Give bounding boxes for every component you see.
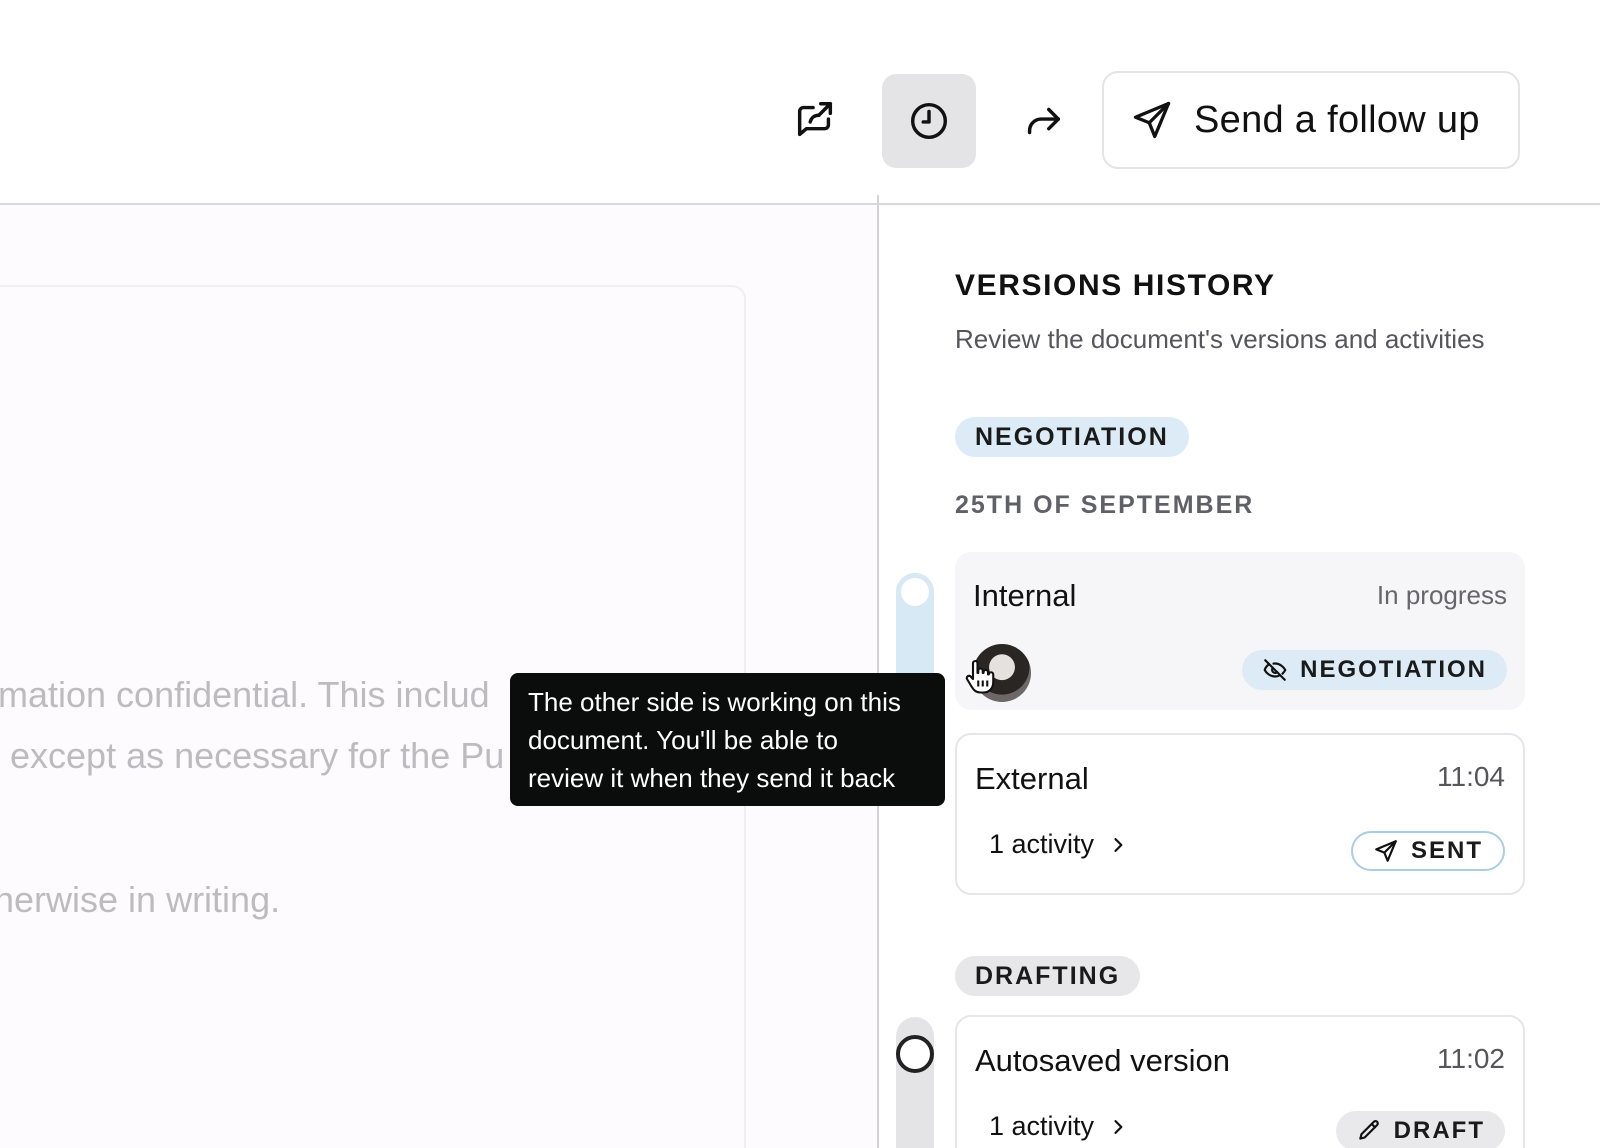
- forward-button[interactable]: [996, 74, 1090, 168]
- tooltip-line: The other side is working on this: [528, 687, 901, 717]
- version-card-external[interactable]: External 11:04 1 activity SENT: [955, 733, 1525, 895]
- tooltip-line: review it when they send it back: [528, 763, 896, 793]
- top-toolbar: Send a follow up: [0, 0, 1600, 205]
- stage-pill-drafting: DRAFTING: [955, 956, 1141, 996]
- document-line: nerwise in writing.: [0, 879, 281, 920]
- chevron-right-icon: [1114, 837, 1123, 852]
- clock-icon: [910, 102, 948, 140]
- date-label: 25TH OF SEPTEMBER: [955, 491, 1255, 519]
- activity-link[interactable]: 1 activity: [989, 1111, 1128, 1142]
- draft-badge: DRAFT: [1335, 1111, 1505, 1148]
- send-follow-up-button[interactable]: Send a follow up: [1102, 71, 1520, 169]
- pencil-icon: [1358, 1120, 1379, 1140]
- chevron-right-icon: [1114, 1119, 1123, 1134]
- timeline-dot: [896, 1035, 934, 1073]
- badge-label: DRAFT: [1393, 1117, 1485, 1144]
- eye-off-icon: [1263, 659, 1287, 681]
- sent-badge: SENT: [1350, 831, 1505, 871]
- document-line: mation confidential. This includ: [0, 674, 490, 715]
- version-title: External: [975, 761, 1089, 796]
- version-time: 11:04: [1437, 761, 1505, 792]
- send-follow-up-label: Send a follow up: [1194, 98, 1480, 141]
- history-button[interactable]: [882, 74, 976, 168]
- share-icon: [797, 102, 833, 137]
- document-line: except as necessary for the Pu: [10, 735, 505, 776]
- version-title: Internal: [973, 578, 1077, 613]
- badge-label: SENT: [1410, 837, 1483, 864]
- negotiation-badge: NEGOTIATION: [1242, 650, 1507, 690]
- timeline-dot: [896, 573, 934, 611]
- panel-title: VERSIONS HISTORY: [955, 269, 1276, 302]
- version-title: Autosaved version: [975, 1043, 1231, 1078]
- status-tooltip: The other side is working on this docume…: [510, 673, 945, 806]
- version-time: 11:02: [1437, 1043, 1505, 1074]
- activity-count: 1 activity: [989, 1111, 1095, 1141]
- badge-label: NEGOTIATION: [1300, 656, 1487, 683]
- send-icon: [1375, 840, 1397, 862]
- activity-count: 1 activity: [989, 829, 1095, 859]
- version-card-autosaved[interactable]: Autosaved version 11:02 1 activity DRAFT: [955, 1015, 1525, 1148]
- hand-cursor-icon: [965, 659, 995, 694]
- version-card-internal[interactable]: Internal In progress NEGOTIATION: [955, 552, 1525, 710]
- share-button[interactable]: [768, 74, 862, 168]
- versions-history-panel: VERSIONS HISTORY Review the document's v…: [879, 207, 1600, 1148]
- version-status: In progress: [1376, 580, 1507, 610]
- stage-pill-negotiation: NEGOTIATION: [955, 417, 1189, 457]
- tooltip-line: document. You'll be able to: [528, 725, 838, 755]
- activity-link[interactable]: 1 activity: [989, 829, 1128, 860]
- panel-subtitle: Review the document's versions and activ…: [955, 324, 1485, 354]
- send-icon: [1133, 101, 1171, 139]
- forward-arrow-icon: [1027, 107, 1061, 135]
